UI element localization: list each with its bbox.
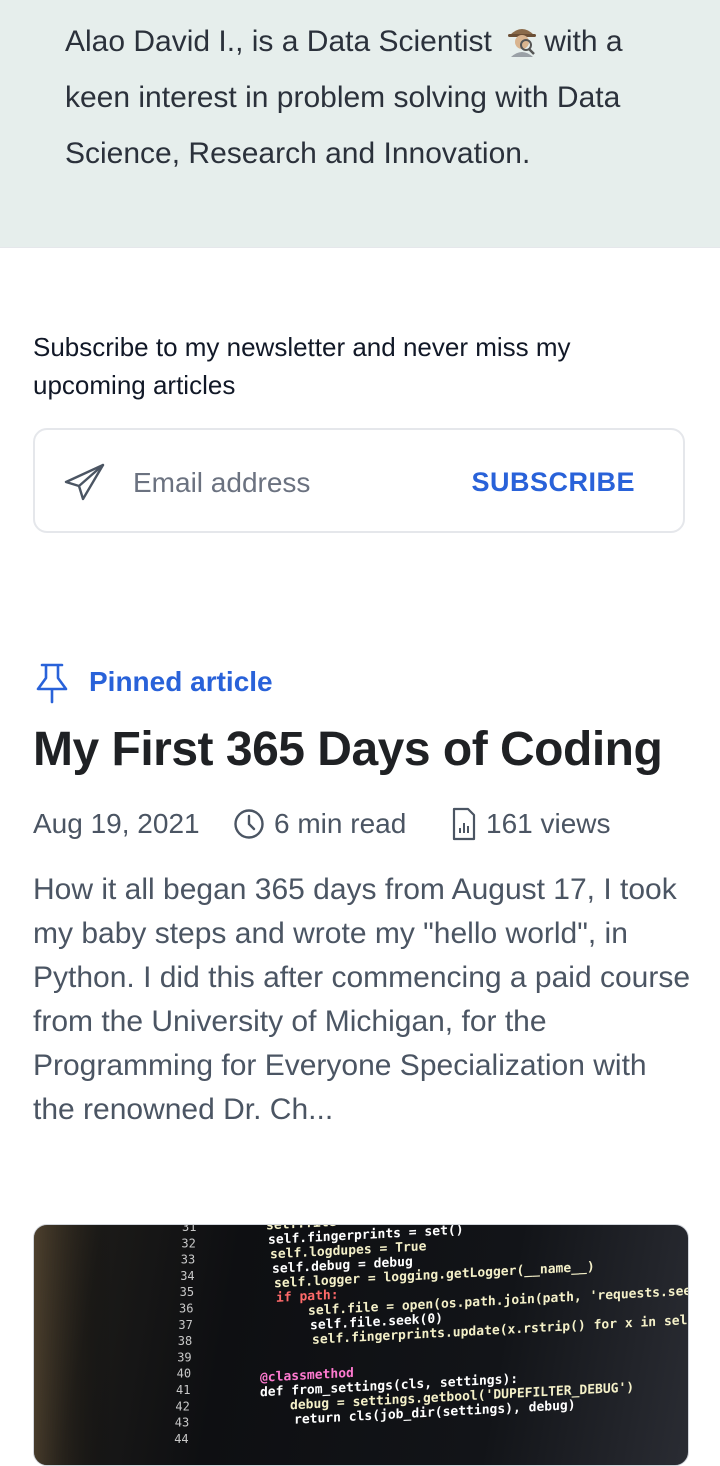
bio-text-start: Alao David I., is a Data Scientist: [65, 25, 492, 58]
subscribe-button[interactable]: SUBSCRIBE: [471, 460, 635, 504]
code-line-number: 42: [175, 1399, 189, 1413]
pinned-label-text: Pinned article: [89, 666, 273, 697]
code-line-number: 38: [178, 1334, 192, 1348]
newsletter-form: SUBSCRIBE: [33, 428, 685, 533]
code-line-number: 33: [181, 1253, 195, 1267]
code-line-number: 31: [182, 1225, 196, 1234]
code-line-number: 35: [180, 1285, 194, 1299]
article-read-time: 6 min read: [274, 808, 407, 839]
code-line-number: 32: [181, 1236, 195, 1250]
article-title[interactable]: My First 365 Days of Coding: [33, 718, 703, 782]
views-chart-icon: [452, 807, 476, 841]
code-line-number: 41: [176, 1383, 190, 1397]
code-line-number: 43: [175, 1416, 189, 1430]
code-line-number: 36: [179, 1302, 193, 1316]
article-cover-image[interactable]: 3132333435363738394041424344 def __init_…: [33, 1224, 689, 1466]
code-line-number: 44: [174, 1432, 188, 1446]
code-screenshot: 3132333435363738394041424344 def __init_…: [34, 1225, 688, 1465]
clock-icon: [234, 809, 264, 839]
pin-icon: [36, 663, 68, 704]
detective-emoji-icon: [508, 29, 537, 57]
paper-plane-icon: [64, 463, 105, 501]
author-bio-section: Alao David I., is a Data Scientist with …: [0, 0, 720, 248]
code-line-number: 39: [177, 1350, 191, 1364]
code-line-number: 40: [177, 1367, 191, 1381]
author-bio: Alao David I., is a Data Scientist with …: [65, 14, 685, 182]
article-date: Aug 19, 2021: [33, 808, 200, 839]
article-excerpt[interactable]: How it all began 365 days from August 17…: [33, 868, 693, 1132]
code-line-number: 34: [180, 1269, 194, 1283]
article-meta: Aug 19, 2021 6 min read 161 views: [33, 803, 693, 847]
newsletter-prompt: Subscribe to my newsletter and never mis…: [33, 332, 571, 400]
code-line-number: 37: [178, 1318, 192, 1332]
article-views: 161 views: [486, 808, 611, 839]
email-input[interactable]: [131, 460, 435, 506]
